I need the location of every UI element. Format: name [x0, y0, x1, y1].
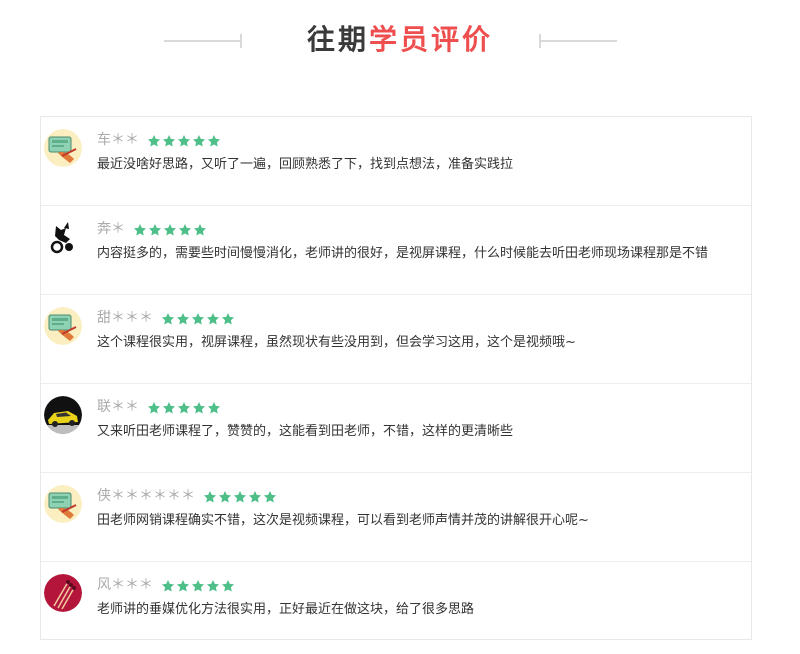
- reviewer-name: 甜＊＊＊: [97, 310, 153, 326]
- review-comment: 又来听田老师课程了，赞赞的，这能看到田老师，不错，这样的更清晰些: [97, 424, 514, 439]
- review-item: 车＊＊ 最近没啥好思路，又听了一遍，回顾熟悉了下，找到点想法，准备实践拉: [41, 117, 751, 206]
- star-icon: [192, 400, 206, 414]
- star-icon: [176, 311, 190, 325]
- reviewer-name: 车＊＊: [97, 132, 139, 148]
- rating-stars: [203, 487, 277, 505]
- star-icon: [263, 489, 277, 503]
- reviewer-name: 奔＊: [97, 221, 125, 237]
- cartoon-notebook-avatar: [44, 485, 82, 523]
- star-icon: [177, 133, 191, 147]
- review-item: 甜＊＊＊ 这个课程很实用，视屏课程，虽然现状有些没用到，但会学习这用，这个是视频哦…: [41, 295, 751, 384]
- star-icon: [191, 578, 205, 592]
- star-icon: [148, 222, 162, 236]
- star-icon: [206, 578, 220, 592]
- star-icon: [192, 133, 206, 147]
- review-item: 侠＊＊＊＊＊＊ 田老师网销课程确实不错，这次是视频课程，可以看到老师声情并茂的讲解…: [41, 473, 751, 562]
- rating-stars: [161, 576, 235, 594]
- star-icon: [218, 489, 232, 503]
- star-icon: [147, 133, 161, 147]
- section-title: 往期学员评价: [0, 20, 800, 60]
- star-icon: [177, 400, 191, 414]
- star-icon: [233, 489, 247, 503]
- review-comment: 田老师网销课程确实不错，这次是视频课程，可以看到老师声情并茂的讲解很开心呢~: [97, 513, 589, 528]
- reviews-panel: 车＊＊ 最近没啥好思路，又听了一遍，回顾熟悉了下，找到点想法，准备实践拉 奔＊ 内容挺…: [40, 116, 752, 640]
- star-icon: [161, 578, 175, 592]
- star-icon: [133, 222, 147, 236]
- header-divider-right: [541, 40, 617, 42]
- star-icon: [147, 400, 161, 414]
- section-title-dark: 往期: [306, 23, 369, 56]
- star-icon: [176, 578, 190, 592]
- star-icon: [163, 222, 177, 236]
- star-icon: [178, 222, 192, 236]
- star-icon: [193, 222, 207, 236]
- rating-stars: [147, 398, 221, 416]
- reviewer-name: 侠＊＊＊＊＊＊: [97, 488, 195, 504]
- yellow-car-avatar: [44, 396, 82, 434]
- star-icon: [203, 489, 217, 503]
- review-item: 奔＊ 内容挺多的，需要些时间慢慢消化，老师讲的很好，是视屏课程，什么时候能去听田老…: [41, 206, 751, 295]
- cartoon-notebook-avatar: [44, 129, 82, 167]
- review-item: 风＊＊＊ 老师讲的垂媒优化方法很实用，正好最近在做这块，给了很多思路: [41, 562, 751, 651]
- black-horse-rider-avatar: [44, 218, 82, 256]
- star-icon: [221, 311, 235, 325]
- cartoon-notebook-avatar: [44, 307, 82, 345]
- star-icon: [162, 133, 176, 147]
- rating-stars: [161, 309, 235, 327]
- star-icon: [248, 489, 262, 503]
- red-matchsticks-avatar: [44, 574, 82, 612]
- star-icon: [207, 400, 221, 414]
- star-icon: [162, 400, 176, 414]
- review-item: 联＊＊ 又来听田老师课程了，赞赞的，这能看到田老师，不错，这样的更清晰些: [41, 384, 751, 473]
- reviewer-name: 风＊＊＊: [97, 577, 153, 593]
- star-icon: [191, 311, 205, 325]
- review-comment: 内容挺多的，需要些时间慢慢消化，老师讲的很好，是视屏课程，什么时候能去听田老师现…: [97, 246, 709, 261]
- section-header: 往期学员评价: [0, 0, 800, 90]
- star-icon: [207, 133, 221, 147]
- review-comment: 老师讲的垂媒优化方法很实用，正好最近在做这块，给了很多思路: [97, 602, 475, 617]
- star-icon: [206, 311, 220, 325]
- reviewer-name: 联＊＊: [97, 399, 139, 415]
- star-icon: [161, 311, 175, 325]
- review-comment: 这个课程很实用，视屏课程，虽然现状有些没用到，但会学习这用，这个是视频哦~: [97, 335, 576, 350]
- section-title-red: 学员评价: [369, 23, 494, 56]
- star-icon: [221, 578, 235, 592]
- review-comment: 最近没啥好思路，又听了一遍，回顾熟悉了下，找到点想法，准备实践拉: [97, 157, 514, 172]
- rating-stars: [147, 131, 221, 149]
- rating-stars: [133, 220, 207, 238]
